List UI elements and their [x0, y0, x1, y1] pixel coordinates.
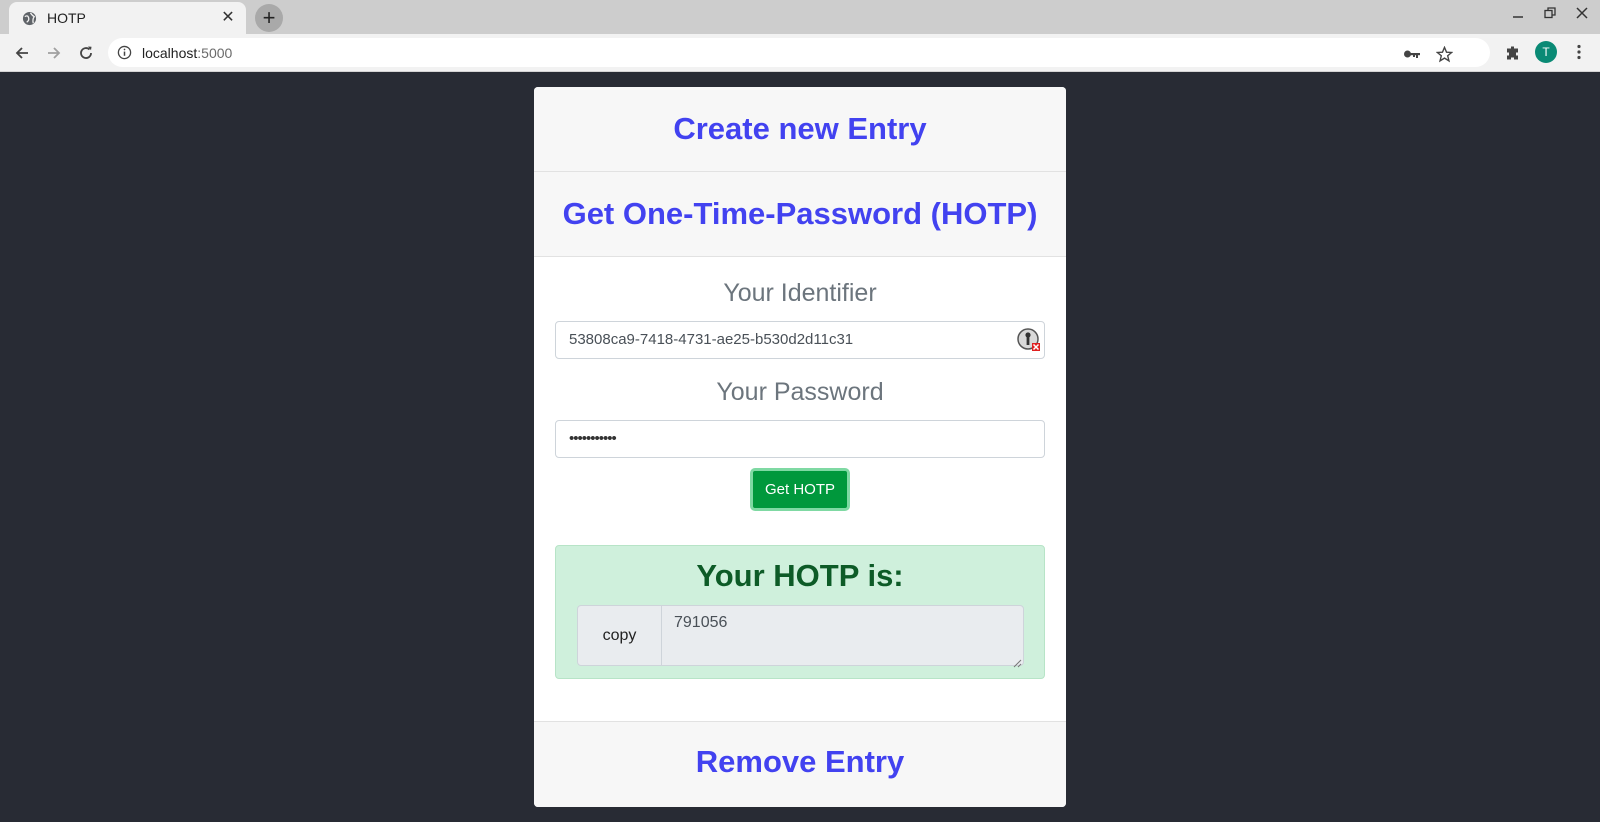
identifier-input[interactable]: 53808ca9-7418-4731-ae25-b530d2d11c31: [555, 321, 1045, 359]
get-otp-link[interactable]: Get One-Time-Password (HOTP): [534, 172, 1066, 257]
password-manager-icon[interactable]: [1017, 328, 1041, 352]
bookmark-star-icon[interactable]: [1434, 44, 1454, 64]
tab-title: HOTP: [47, 10, 86, 26]
hotp-result-alert: Your HOTP is: copy 791056: [555, 545, 1045, 679]
restore-icon[interactable]: [1538, 6, 1562, 24]
forward-icon[interactable]: [41, 40, 67, 66]
tab-close-icon[interactable]: ✕: [220, 10, 236, 26]
browser-menu-icon[interactable]: [1572, 41, 1586, 63]
resize-grip-icon[interactable]: [1013, 655, 1022, 668]
hotp-output[interactable]: 791056: [661, 605, 1024, 668]
copy-button[interactable]: copy: [577, 605, 662, 666]
browser-tab[interactable]: HOTP ✕: [9, 2, 246, 34]
url-port: :5000: [197, 44, 233, 61]
hotp-form: Your Identifier 53808ca9-7418-4731-ae25-…: [534, 257, 1066, 721]
password-input[interactable]: •••••••••••: [555, 420, 1045, 458]
close-window-icon[interactable]: [1570, 6, 1594, 24]
get-hotp-button[interactable]: Get HOTP: [750, 468, 850, 511]
globe-icon: [22, 11, 37, 26]
password-mask: •••••••••••: [569, 430, 617, 447]
extensions-icon[interactable]: [1500, 40, 1526, 66]
identifier-value: 53808ca9-7418-4731-ae25-b530d2d11c31: [569, 331, 854, 348]
main-card: Create new Entry Get One-Time-Password (…: [534, 87, 1066, 807]
reload-icon[interactable]: [73, 40, 99, 66]
minimize-icon[interactable]: [1506, 6, 1530, 24]
key-icon[interactable]: [1402, 44, 1422, 64]
address-bar[interactable]: localhost:5000: [108, 38, 1490, 67]
back-icon[interactable]: [9, 40, 35, 66]
url-text: localhost:5000: [142, 45, 232, 61]
browser-toolbar: localhost:5000: [0, 34, 1600, 72]
info-icon[interactable]: [117, 45, 133, 61]
tab-strip: HOTP ✕ +: [0, 0, 1600, 34]
url-host: localhost: [142, 44, 198, 61]
result-title: Your HOTP is:: [696, 558, 904, 593]
password-label: Your Password: [716, 378, 884, 406]
new-tab-button[interactable]: +: [255, 4, 283, 32]
hotp-value: 791056: [674, 614, 728, 631]
identifier-label: Your Identifier: [723, 279, 877, 307]
remove-entry-link[interactable]: Remove Entry: [534, 721, 1066, 807]
profile-avatar[interactable]: T: [1535, 41, 1557, 63]
create-entry-link[interactable]: Create new Entry: [534, 87, 1066, 172]
